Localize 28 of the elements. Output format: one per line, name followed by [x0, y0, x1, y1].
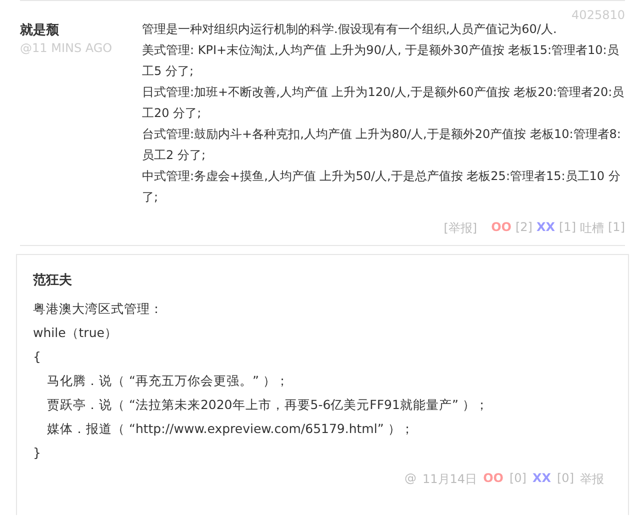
author-name[interactable]: 范狂夫	[33, 271, 614, 289]
upvote-link[interactable]: OO	[491, 220, 512, 237]
reply-date: 11月14日	[422, 471, 478, 488]
reply-at[interactable]: @	[404, 471, 417, 488]
reply-line: 马化腾．说（ “再充五万你会更强。” ）；	[46, 372, 290, 390]
downvote-count: [1]	[559, 220, 576, 236]
downvote-count: [0]	[557, 471, 574, 487]
comment-text: 美式管理: KPI+末位淘汰,人均产值 上升为90/人, 于是额外30产值按 老板15:管理者10:员工5 分了;	[142, 42, 620, 80]
downvote-link[interactable]: XX	[532, 471, 551, 488]
reply-line: while（true）	[33, 324, 118, 342]
upvote-count: [2]	[515, 220, 532, 236]
author-name[interactable]: 就是颓	[20, 21, 142, 39]
downvote-link[interactable]: XX	[536, 220, 555, 237]
tucao-count: [1]	[608, 220, 625, 236]
upvote-link[interactable]: OO	[483, 471, 504, 488]
reply-line: 贾跃亭．说（ “法拉第未来2020年上市，再要5-6亿美元FF91就能量产” ）；	[46, 396, 490, 414]
tucao-link[interactable]: 吐槽	[580, 220, 604, 237]
upvote-count: [0]	[509, 471, 526, 487]
comment-text: 中式管理:务虚会+摸鱼,人均产值 上升为50/人,于是总产值按 老板25:管理者15:员工10 分了;	[142, 168, 622, 206]
report-link[interactable]: [举报]	[444, 220, 478, 237]
report-link[interactable]: 举报	[580, 471, 604, 488]
reply-line: 粤港澳大湾区式管理：	[33, 300, 164, 318]
reply-line: {	[33, 348, 42, 366]
comment-text: 台式管理:鼓励内斗+各种克扣,人均产值 上升为80/人,于是额外20产值按 老板10:管理者8:员工2 分了;	[142, 126, 622, 164]
reply-line: 媒体．报道（ “http://www.expreview.com/65179.html” ）；	[46, 420, 415, 438]
comment-text: 日式管理:加班+不断改善,人均产值 上升为120/人,于是额外60产值按 老板20:管理者20:员工20 分了;	[142, 84, 625, 122]
comment-text: 管理是一种对组织内运行机制的科学.假设现有有一个组织,人员产值记为60/人.	[142, 21, 558, 38]
reply-line: }	[33, 444, 42, 462]
